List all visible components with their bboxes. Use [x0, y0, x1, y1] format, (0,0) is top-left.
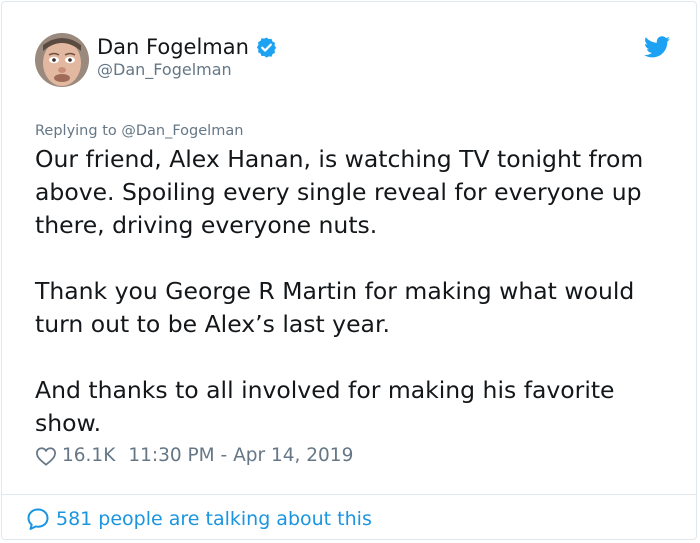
- like-count[interactable]: 16.1K: [62, 444, 115, 468]
- tweet-timestamp[interactable]: 11:30 PM - Apr 14, 2019: [128, 444, 353, 468]
- tweet-line: Our friend, Alex Hanan, is watching TV t…: [35, 145, 644, 173]
- reply-context[interactable]: Replying to @Dan_Fogelman: [35, 122, 243, 140]
- tweet-line: turn out to be Alex’s last year.: [35, 310, 390, 338]
- conversation-label[interactable]: 581 people are talking about this: [56, 507, 372, 531]
- divider: [2, 494, 696, 495]
- author-handle[interactable]: @Dan_Fogelman: [97, 60, 232, 80]
- speech-bubble-icon: [27, 508, 49, 530]
- author-display-name[interactable]: Dan Fogelman: [97, 34, 249, 60]
- tweet-embed-card: Dan Fogelman @Dan_Fogelman Replying to @…: [1, 1, 697, 540]
- conversation-link[interactable]: 581 people are talking about this: [26, 507, 372, 531]
- tweet-line: above. Spoiling every single reveal for …: [35, 178, 642, 206]
- tweet-text: Our friend, Alex Hanan, is watching TV t…: [35, 143, 675, 440]
- tweet-meta: 16.1K 11:30 PM - Apr 14, 2019: [35, 444, 353, 468]
- tweet-line: there, driving everyone nuts.: [35, 211, 378, 239]
- author-name-row[interactable]: Dan Fogelman: [97, 34, 278, 60]
- tweet-line: And thanks to all involved for making hi…: [35, 376, 615, 404]
- tweet-line: Thank you George R Martin for making wha…: [35, 277, 635, 305]
- heart-outline-icon[interactable]: [35, 446, 57, 466]
- tweet-line: show.: [35, 409, 102, 437]
- twitter-bird-icon[interactable]: [644, 36, 670, 58]
- verified-badge-icon: [256, 36, 277, 58]
- avatar[interactable]: [35, 33, 89, 87]
